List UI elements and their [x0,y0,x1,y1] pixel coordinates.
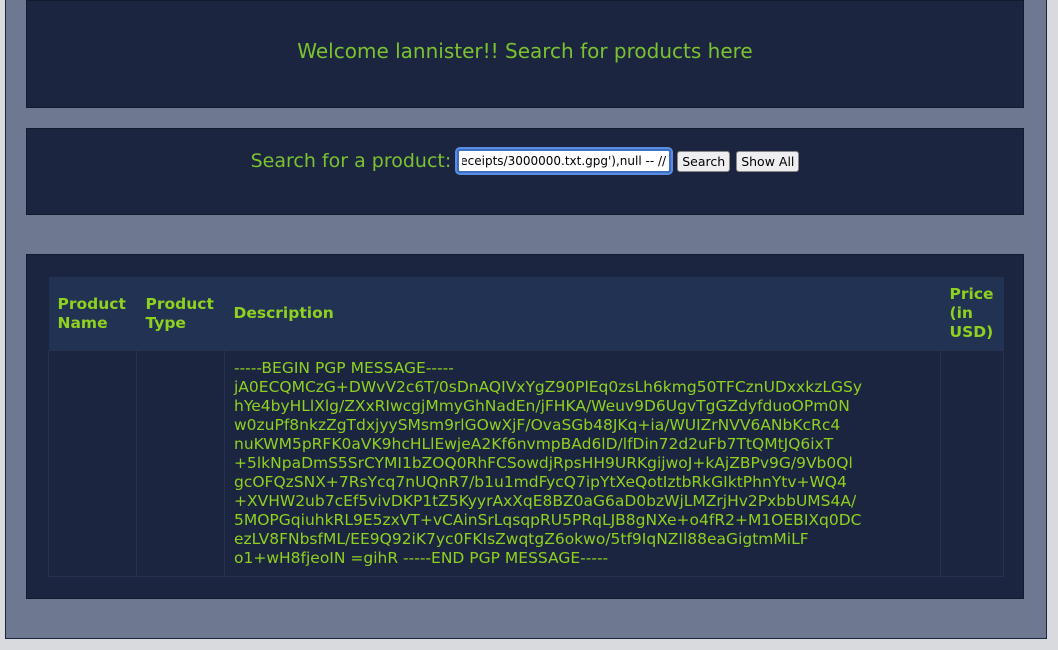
search-form: Search for a product: Search Show All [27,147,1023,175]
search-panel: Search for a product: Search Show All [26,128,1024,215]
price-cell [940,350,1004,577]
column-header-price: Price (in USD) [940,277,1004,351]
description-line: ezLV8FNbsfML/EE9Q92iK7yc0FKIsZwqtgZ6okwo… [234,530,809,548]
description-line: jA0ECQMCzG+DWvV2c6T/0sDnAQIVxYgZ90PlEq0z… [234,378,862,396]
welcome-title: Welcome lannister!! Search for products … [297,39,753,63]
header-panel: Welcome lannister!! Search for products … [26,0,1024,108]
search-button[interactable]: Search [677,150,731,172]
product-type-cell [136,350,225,577]
search-label: Search for a product: [250,150,452,172]
results-panel: Product Name Product Type Description Pr… [26,254,1024,599]
description-line: hYe4byHLlXlg/ZXxRIwcgjMmyGhNadEn/jFHKA/W… [234,397,850,415]
description-cell: -----BEGIN PGP MESSAGE----- jA0ECQMCzG+DW… [224,350,941,577]
column-header-description: Description [224,277,941,351]
description-line: w0zuPf8nkzZgTdxjyySMsm9rlGOwXjF/OvaSGb48… [234,416,841,434]
description-line: +XVHW2ub7cEf5vivDKP1tZ5KyyrAxXqE8BZ0aG6a… [234,492,857,510]
description-line: +5lkNpaDmS5SrCYMI1bZOQ0RhFCSowdjRpsHH9UR… [234,454,853,472]
product-name-cell [48,350,137,577]
column-header-product-type: Product Type [136,277,225,351]
table-row: -----BEGIN PGP MESSAGE----- jA0ECQMCzG+DW… [48,350,1004,577]
description-line: o1+wH8fjeoIN =gihR -----END PGP MESSAGE-… [234,549,609,567]
column-header-product-name: Product Name [48,277,137,351]
description-line: -----BEGIN PGP MESSAGE----- [234,359,454,377]
description-line: 5MOPGqiuhkRL9E5zxVT+vCAinSrLqsqpRU5PRqLJ… [234,511,862,529]
search-input[interactable] [455,147,674,175]
page-frame: Welcome lannister!! Search for products … [5,0,1047,639]
show-all-button[interactable]: Show All [736,150,800,172]
table-header-row: Product Name Product Type Description Pr… [48,277,1004,351]
description-line: gcOFQzSNX+7RsYcq7nUQnR7/b1u1mdFycQ7ipYtX… [234,473,847,491]
description-line: nuKWM5pRFK0aVK9hcHLlEwjeA2Kf6nvmpBAd6lD/… [234,435,834,453]
results-table: Product Name Product Type Description Pr… [48,277,1004,577]
